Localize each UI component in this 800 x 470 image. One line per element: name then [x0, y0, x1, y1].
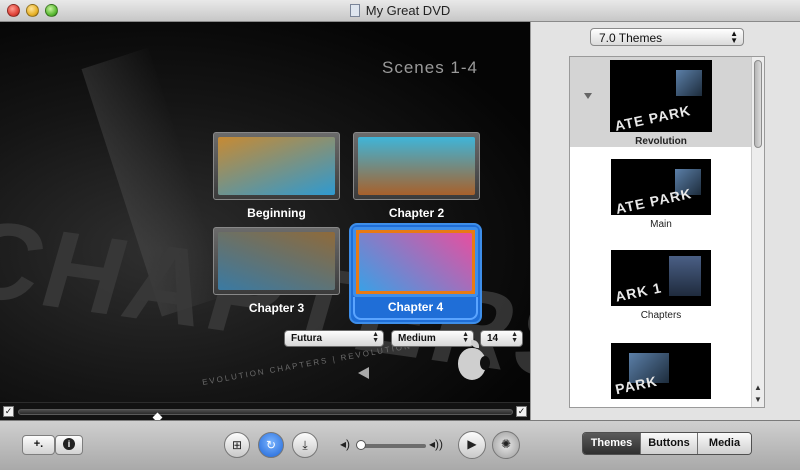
theme-item-extra[interactable]: PARK: [570, 343, 752, 399]
info-button[interactable]: i: [55, 435, 83, 455]
motion-toggle-button[interactable]: ↻: [258, 432, 284, 458]
updown-arrows-icon: ▲ ▼: [511, 331, 518, 344]
drop-zone-button[interactable]: ⤓: [292, 432, 318, 458]
tab-buttons[interactable]: Buttons: [641, 433, 698, 454]
scrollbar-thumb[interactable]: [754, 60, 762, 148]
font-family-select[interactable]: Futura ▲ ▼: [284, 330, 384, 347]
chapter-thumbnail-frame: [213, 132, 340, 200]
updown-arrows-icon: ▲ ▼: [372, 331, 379, 344]
volume-high-icon: ◂)): [429, 437, 444, 451]
tab-media[interactable]: Media: [698, 433, 751, 454]
theme-thumbnail-text: ARK 1: [613, 279, 664, 305]
chapter-thumbnail-frame: [353, 227, 478, 297]
motion-scrubber: ✓ ✓: [0, 402, 530, 423]
add-button[interactable]: +.: [22, 435, 55, 455]
info-icon: i: [63, 438, 75, 450]
theme-item-main[interactable]: ATE PARK Main: [570, 159, 752, 230]
apple-logo-icon: [458, 348, 490, 380]
theme-name: Chapters: [640, 310, 682, 321]
disclosure-triangle-icon[interactable]: [584, 93, 592, 99]
drop-zone-icon: ⤓: [302, 438, 308, 452]
motion-loop-icon: ↻: [265, 438, 277, 452]
chapter-thumbnail-frame: [213, 227, 340, 295]
theme-thumbnail-text: ATE PARK: [613, 102, 693, 132]
theme-name: Revolution: [635, 136, 687, 147]
preview-play-button[interactable]: ▶: [458, 431, 486, 459]
menu-back-arrow-icon: [358, 367, 369, 379]
window-titlebar: My Great DVD: [0, 0, 800, 22]
font-weight-select[interactable]: Medium ▲ ▼: [391, 330, 474, 347]
theme-set-value: 7.0 Themes: [599, 31, 663, 45]
theme-photo: [676, 70, 702, 96]
chapter-selection-highlight: Chapter 4: [349, 223, 482, 324]
updown-arrows-icon: ▲ ▼: [730, 29, 738, 45]
volume-slider-track[interactable]: [358, 444, 426, 448]
theme-thumbnail: ATE PARK: [610, 60, 712, 132]
chapter-label: Chapter 3: [248, 301, 305, 315]
theme-thumbnail: ARK 1: [611, 250, 711, 306]
chapter-thumbnail-frame: [353, 132, 480, 200]
chapter-thumbnail: [359, 233, 472, 291]
themes-panel: 7.0 Themes ▲ ▼ ATE PARK Revolution ATE PA…: [530, 22, 800, 420]
burn-aperture-icon: ✺: [500, 437, 512, 451]
scroll-down-arrow-icon[interactable]: ▼: [754, 395, 762, 404]
volume-slider-knob[interactable]: [356, 440, 366, 450]
menu-preview[interactable]: CHAPTERS EVOLUTION CHAPTERS | REVOLUTION…: [0, 22, 530, 402]
scene-title[interactable]: Scenes 1-4: [382, 58, 478, 78]
theme-photo-grid: [669, 256, 701, 296]
theme-list-scrollbar[interactable]: ▲ ▼: [751, 57, 764, 407]
font-weight-value: Medium: [398, 333, 436, 344]
panel-tab-group: Themes Buttons Media: [582, 432, 752, 455]
outro-checkbox[interactable]: ✓: [516, 406, 527, 417]
chapter-button-beginning[interactable]: Beginning: [213, 132, 340, 220]
font-family-value: Futura: [291, 333, 323, 344]
font-size-value: 14: [487, 333, 499, 344]
theme-set-select[interactable]: 7.0 Themes ▲ ▼: [590, 28, 744, 46]
window-title: My Great DVD: [365, 3, 451, 18]
tab-themes[interactable]: Themes: [583, 433, 641, 454]
updown-arrows-icon: ▲ ▼: [462, 331, 469, 344]
chapter-label: Chapter 4: [353, 297, 478, 320]
chapter-label: Beginning: [247, 206, 306, 220]
volume-low-icon: ◂): [340, 437, 351, 451]
theme-list[interactable]: ATE PARK Revolution ATE PARK Main ARK 1 …: [569, 56, 765, 408]
map-view-button[interactable]: ⊞: [224, 432, 250, 458]
document-icon: [349, 4, 360, 17]
scrubber-track[interactable]: [18, 409, 513, 423]
theme-thumbnail: PARK: [611, 343, 711, 399]
play-icon: ▶: [467, 437, 477, 451]
chapter-thumbnail: [358, 137, 475, 195]
chapter-thumbnail: [218, 232, 335, 290]
chapter-thumbnail: [218, 137, 335, 195]
scroll-up-arrow-icon[interactable]: ▲: [754, 383, 762, 392]
burn-button[interactable]: ✺: [492, 431, 520, 459]
theme-name: Main: [650, 219, 672, 230]
font-size-select[interactable]: 14 ▲ ▼: [480, 330, 523, 347]
intro-checkbox[interactable]: ✓: [3, 406, 14, 417]
window-title-wrap: My Great DVD: [0, 3, 800, 18]
chapter-button-chapter-2[interactable]: Chapter 2: [353, 132, 480, 220]
theme-item-revolution[interactable]: ATE PARK Revolution: [570, 57, 752, 147]
chapter-label: Chapter 2: [388, 206, 445, 220]
theme-item-chapters[interactable]: ARK 1 Chapters: [570, 250, 752, 321]
chapter-button-chapter-3[interactable]: Chapter 3: [213, 227, 340, 315]
theme-thumbnail-text: ATE PARK: [614, 185, 694, 215]
theme-thumbnail-text: PARK: [613, 372, 659, 398]
chapter-button-chapter-4[interactable]: Chapter 4: [349, 223, 482, 324]
map-icon: ⊞: [231, 438, 243, 452]
theme-thumbnail: ATE PARK: [611, 159, 711, 215]
